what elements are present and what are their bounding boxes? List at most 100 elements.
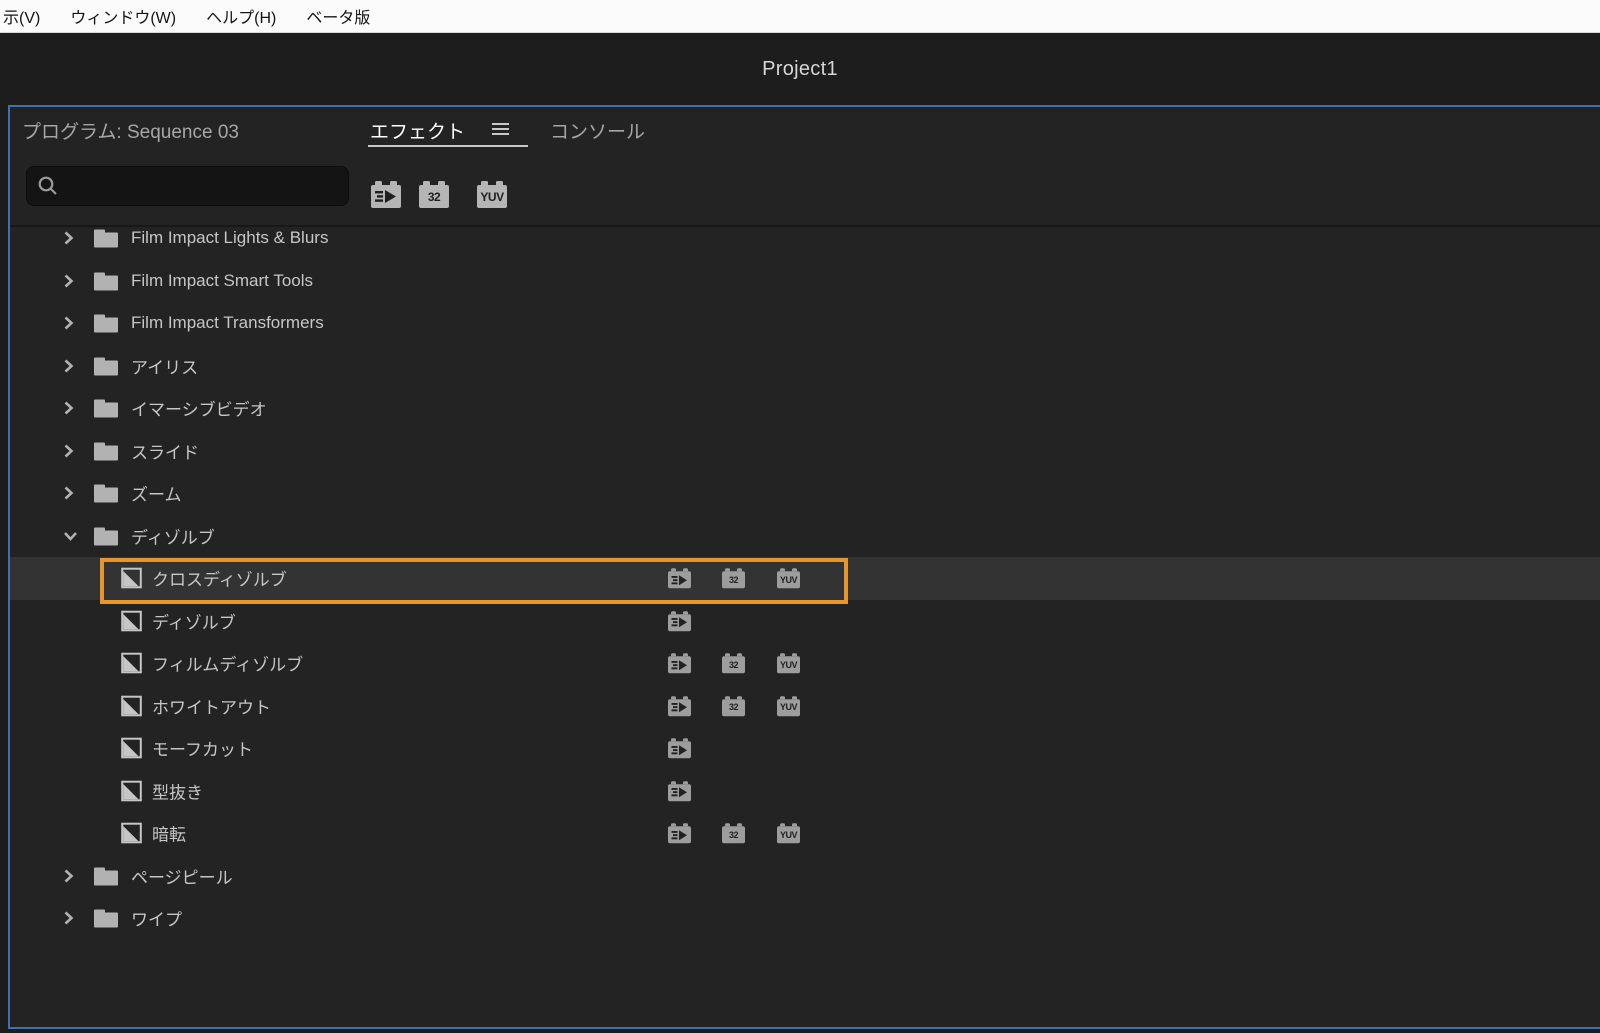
chevron-right-icon[interactable] <box>63 443 74 458</box>
tree-folder-row[interactable]: ワイプ <box>10 897 1600 940</box>
panel-menu-icon[interactable] <box>492 123 509 136</box>
badge-text: YUV <box>779 574 798 585</box>
badge-text: YUV <box>779 702 798 713</box>
menu-item-window[interactable]: ウィンドウ(W) <box>70 4 176 28</box>
tree-item-label: ディゾルブ <box>131 528 215 548</box>
window-title: Project1 <box>762 57 838 80</box>
32bit-color-filter-button[interactable]: 32 <box>419 181 449 208</box>
transition-effect-icon <box>121 652 142 674</box>
chevron-right-icon[interactable] <box>63 486 74 501</box>
32bit-color-badge-icon: 32 <box>722 695 745 716</box>
title-bar: Project1 <box>0 33 1600 105</box>
chevron-right-icon[interactable] <box>63 273 74 288</box>
tree-effect-row[interactable]: 暗転 32 YUV <box>10 812 1600 855</box>
accelerated-effects-icon <box>671 744 687 755</box>
chevron-down-icon[interactable] <box>63 530 78 541</box>
effects-tree: Film Impact Lights & Blurs Film Impact Sm… <box>10 227 1600 1027</box>
tab-effects[interactable]: エフェクト <box>370 117 465 144</box>
folder-icon <box>93 270 119 291</box>
chevron-right-icon <box>64 316 74 330</box>
tree-effect-row[interactable]: 型抜き <box>10 770 1600 813</box>
yuv-effects-badge-icon: YUV <box>777 568 800 589</box>
chevron-right-icon[interactable] <box>63 401 74 416</box>
tab-program-monitor[interactable]: プログラム: Sequence 03 <box>22 117 239 144</box>
badge-text: 32 <box>728 702 739 713</box>
tree-effect-row[interactable]: ホワイトアウト 32 YUV <box>10 685 1600 728</box>
accelerated-effects-filter-button[interactable] <box>371 181 401 208</box>
menu-item-help[interactable]: ヘルプ(H) <box>206 4 276 28</box>
search-icon <box>38 176 57 195</box>
accelerated-effects-icon <box>671 574 687 585</box>
tree-item-label: ディゾルブ <box>152 613 236 633</box>
tree-item-label: アイリス <box>131 358 199 378</box>
tree-item-label: Film Impact Lights & Blurs <box>131 228 329 248</box>
chevron-right-icon[interactable] <box>63 231 74 246</box>
tree-item-label: スライド <box>131 443 199 463</box>
tree-folder-row[interactable]: Film Impact Transformers <box>10 302 1600 345</box>
badge-text: 32 <box>728 829 739 840</box>
chevron-right-icon <box>64 231 74 245</box>
folder-icon <box>93 228 119 249</box>
tree-item-label: イマーシブビデオ <box>131 400 267 420</box>
tree-folder-row[interactable]: ページピール <box>10 855 1600 898</box>
accelerated-effects-icon <box>671 617 687 628</box>
tree-item-label: ワイプ <box>131 910 182 930</box>
tree-item-label: ホワイトアウト <box>152 698 271 718</box>
accelerated-effects-badge-icon <box>668 695 691 716</box>
transition-effect-icon <box>121 822 142 844</box>
tree-folder-row[interactable]: ディゾルブ <box>10 515 1600 558</box>
tree-item-label: 暗転 <box>152 825 186 845</box>
accelerated-effects-badge-icon <box>668 738 691 759</box>
32bit-color-badge-icon: 32 <box>722 823 745 844</box>
chevron-right-icon[interactable] <box>63 868 74 883</box>
tree-item-label: モーフカット <box>152 740 253 760</box>
transition-effect-icon <box>121 780 142 802</box>
tree-effect-row[interactable]: フィルムディゾルブ 32 YUV <box>10 642 1600 685</box>
tree-folder-row[interactable]: イマーシブビデオ <box>10 387 1600 430</box>
folder-icon <box>94 484 118 503</box>
tree-folder-row[interactable]: スライド <box>10 430 1600 473</box>
yuv-effects-icon: YUV <box>480 189 504 204</box>
tree-item-label: ページピール <box>131 868 233 888</box>
yuv-effects-badge-icon: YUV <box>777 653 800 674</box>
folder-icon <box>93 908 119 929</box>
yuv-effects-filter-button[interactable]: YUV <box>477 181 507 208</box>
folder-icon <box>94 399 118 418</box>
tree-folder-row[interactable]: アイリス <box>10 345 1600 388</box>
tree-effect-row[interactable]: クロスディゾルブ 32 YUV <box>10 557 1600 604</box>
folder-icon <box>94 357 118 376</box>
chevron-right-icon[interactable] <box>63 911 74 926</box>
accelerated-effects-badge-icon <box>668 610 691 631</box>
chevron-right-icon <box>64 869 74 883</box>
menu-item-view[interactable]: 示(V) <box>3 4 40 28</box>
tree-folder-row[interactable]: Film Impact Smart Tools <box>10 260 1600 303</box>
folder-icon <box>94 442 118 461</box>
menu-bar: 示(V) ウィンドウ(W) ヘルプ(H) ベータ版 <box>0 0 1600 33</box>
tree-folder-row[interactable]: ズーム <box>10 472 1600 515</box>
tree-item-label: フィルムディゾルブ <box>152 655 304 675</box>
transition-effect-icon <box>121 737 142 759</box>
active-tab-underline <box>368 145 528 147</box>
transition-effect-icon <box>121 652 142 674</box>
folder-icon <box>93 440 119 461</box>
tree-item-label: ズーム <box>131 485 182 505</box>
tree-item-label: クロスディゾルブ <box>152 570 287 590</box>
chevron-down-icon <box>64 531 77 541</box>
transition-effect-icon <box>121 567 142 589</box>
32bit-color-badge-icon: 32 <box>722 568 745 589</box>
search-input[interactable] <box>67 177 337 195</box>
accelerated-effects-badge-icon <box>668 780 691 801</box>
accelerated-effects-icon <box>671 702 687 713</box>
yuv-effects-badge-icon: YUV <box>777 695 800 716</box>
chevron-right-icon <box>64 359 74 373</box>
chevron-right-icon[interactable] <box>63 316 74 331</box>
tree-folder-row[interactable]: Film Impact Lights & Blurs <box>10 227 1600 260</box>
tab-console[interactable]: コンソール <box>550 117 645 144</box>
folder-icon <box>93 525 119 546</box>
chevron-right-icon <box>64 486 74 500</box>
menu-item-beta[interactable]: ベータ版 <box>306 4 370 28</box>
chevron-right-icon[interactable] <box>63 358 74 373</box>
tree-effect-row[interactable]: モーフカット <box>10 727 1600 770</box>
tree-effect-row[interactable]: ディゾルブ <box>10 600 1600 643</box>
effects-search-box[interactable] <box>26 166 349 206</box>
